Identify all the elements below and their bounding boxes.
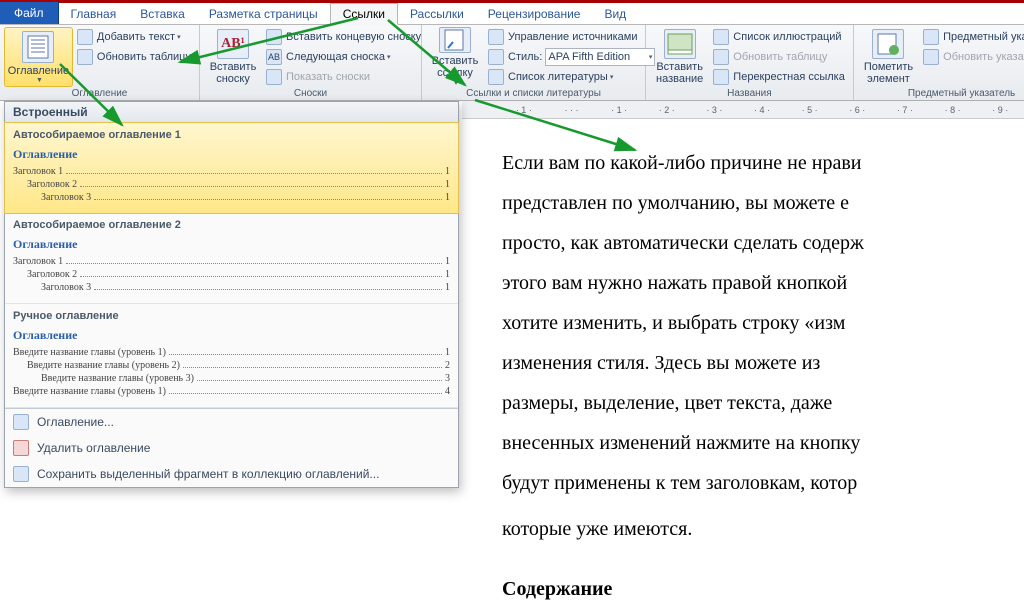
figure-list-btn[interactable]: Список иллюстраций [709, 27, 849, 47]
show-footnotes-btn: Показать сноски [262, 67, 425, 87]
remove-icon [13, 440, 29, 456]
citation-style-select[interactable]: Стиль: APA Fifth Edition▾ [484, 47, 659, 67]
save-icon [13, 466, 29, 482]
toc-icon [22, 31, 54, 63]
update-toc-btn[interactable]: Обновить таблицу [73, 47, 195, 67]
refresh-icon [713, 49, 729, 65]
next-footnote-btn[interactable]: ABСледующая сноска▾ [262, 47, 425, 67]
ruler: · 1 ·· · ·· 1 ·· 2 ·· 3 ·· 4 ·· 5 ·· 6 ·… [462, 101, 1024, 119]
footnote-icon: AB¹ [217, 29, 249, 59]
ribbon: Оглавление ▼ Добавить текст▾ Обновить та… [0, 25, 1024, 101]
gallery-footer: Оглавление... Удалить оглавление Сохрани… [5, 408, 458, 487]
list-icon [713, 29, 729, 45]
tab-layout[interactable]: Разметка страницы [197, 4, 330, 24]
tab-view[interactable]: Вид [592, 4, 638, 24]
toc-template-auto1[interactable]: Автособираемое оглавление 1 Оглавление З… [4, 122, 459, 214]
subject-index-btn[interactable]: Предметный указатель [919, 27, 1024, 47]
toc-gallery: Встроенный Автособираемое оглавление 1 О… [4, 101, 459, 488]
toc-button[interactable]: Оглавление ▼ [4, 27, 73, 87]
index-icon [923, 29, 939, 45]
tab-file[interactable]: Файл [0, 2, 59, 24]
show-icon [266, 69, 282, 85]
bibliography-btn[interactable]: Список литературы▾ [484, 67, 659, 87]
crossref-icon [713, 69, 729, 85]
toc-more-btn[interactable]: Оглавление... [5, 409, 458, 435]
endnote-icon [266, 29, 282, 45]
sources-icon [488, 29, 504, 45]
tab-references[interactable]: Ссылки [330, 3, 398, 25]
toc-remove-btn[interactable]: Удалить оглавление [5, 435, 458, 461]
insert-footnote-btn[interactable]: AB¹ Вставить сноску [204, 27, 262, 87]
caption-icon [664, 29, 696, 59]
citation-icon [439, 27, 471, 53]
group-label: Оглавление [4, 87, 195, 100]
toc-template-auto2[interactable]: Автособираемое оглавление 2 Оглавление З… [5, 213, 458, 304]
ribbon-tabs: Файл Главная Вставка Разметка страницы С… [0, 3, 1024, 25]
toc-template-manual[interactable]: Ручное оглавление Оглавление Введите наз… [5, 304, 458, 408]
crossref-btn[interactable]: Перекрестная ссылка [709, 67, 849, 87]
doc-heading: Содержание [502, 569, 1024, 609]
chevron-down-icon: ▼ [36, 77, 43, 84]
mark-icon [872, 29, 904, 59]
add-text-btn[interactable]: Добавить текст▾ [73, 27, 195, 47]
insert-citation-btn[interactable]: Вставить ссылку▾ [426, 27, 484, 87]
insert-caption-btn[interactable]: Вставить название [650, 27, 709, 87]
manage-sources-btn[interactable]: Управление источниками [484, 27, 659, 47]
gallery-section-header: Встроенный [5, 102, 458, 123]
refresh-icon [77, 49, 93, 65]
tab-mailings[interactable]: Рассылки [398, 4, 476, 24]
biblio-icon [488, 69, 504, 85]
insert-endnote-btn[interactable]: Вставить концевую сноску [262, 27, 425, 47]
tab-insert[interactable]: Вставка [128, 4, 197, 24]
update-index-btn: Обновить указатель [919, 47, 1024, 67]
doc-icon [13, 414, 29, 430]
plus-icon [77, 29, 93, 45]
mark-entry-btn[interactable]: Пометить элемент [858, 27, 919, 87]
tab-review[interactable]: Рецензирование [476, 4, 593, 24]
style-icon [488, 49, 504, 65]
toc-save-selection-btn[interactable]: Сохранить выделенный фрагмент в коллекци… [5, 461, 458, 487]
refresh-icon [923, 49, 939, 65]
tab-home[interactable]: Главная [59, 4, 129, 24]
update-captions-btn: Обновить таблицу [709, 47, 849, 67]
workspace: · 1 ·· · ·· 1 ·· 2 ·· 3 ·· 4 ·· 5 ·· 6 ·… [462, 101, 1024, 587]
document-page[interactable]: Если вам по какой-либо причине не нрави … [462, 119, 1024, 609]
